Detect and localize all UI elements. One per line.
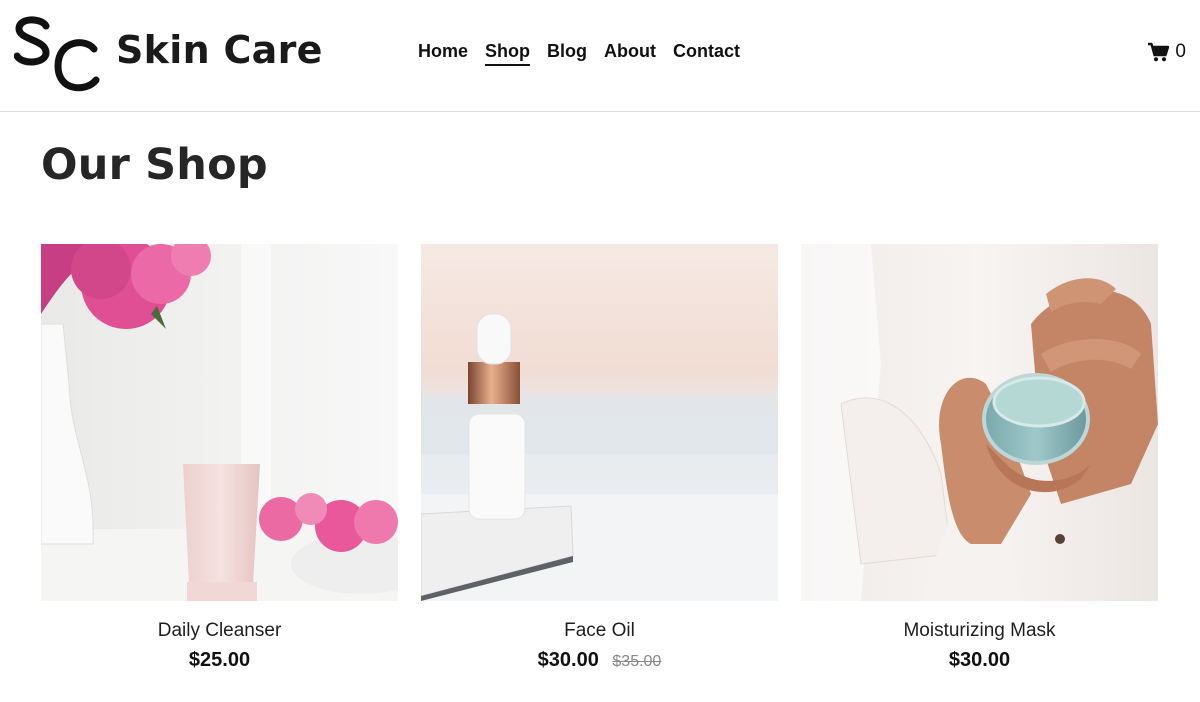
- monogram-logo: [14, 16, 100, 92]
- page-title: Our Shop: [41, 140, 268, 190]
- brand-name: Skin Care: [116, 28, 323, 72]
- product-grid: Daily Cleanser $25.00 Face Oil $30.00 $3…: [41, 244, 1158, 672]
- nav-blog[interactable]: Blog: [547, 40, 587, 66]
- cart-button[interactable]: 0: [1147, 41, 1186, 63]
- cart-icon: [1148, 42, 1170, 62]
- product-price: $30.00: [537, 649, 599, 671]
- product-name[interactable]: Face Oil: [421, 620, 778, 642]
- cart-count: 0: [1175, 41, 1186, 62]
- site-header: Skin Care Home Shop Blog About Contact 0: [0, 0, 1200, 112]
- product-image-cleanser[interactable]: [41, 244, 398, 601]
- product-price: $30.00: [948, 649, 1011, 671]
- product-card[interactable]: Moisturizing Mask $30.00: [801, 244, 1158, 672]
- product-card[interactable]: Daily Cleanser $25.00: [41, 244, 398, 672]
- nav-contact[interactable]: Contact: [673, 40, 740, 66]
- product-price-row: $30.00: [801, 649, 1158, 672]
- nav-home[interactable]: Home: [418, 40, 468, 66]
- product-name[interactable]: Moisturizing Mask: [801, 620, 1158, 642]
- product-image-mask[interactable]: [801, 244, 1158, 601]
- product-price: $25.00: [188, 649, 251, 671]
- site-logo[interactable]: Skin Care: [14, 14, 322, 92]
- main-nav: Home Shop Blog About Contact: [418, 40, 740, 66]
- nav-about[interactable]: About: [604, 40, 656, 66]
- product-original-price: $35.00: [612, 653, 662, 670]
- nav-shop[interactable]: Shop: [485, 40, 531, 66]
- product-name[interactable]: Daily Cleanser: [41, 620, 398, 642]
- product-price-row: $25.00: [41, 649, 398, 672]
- product-price-row: $30.00 $35.00: [421, 649, 778, 672]
- product-card[interactable]: Face Oil $30.00 $35.00: [421, 244, 778, 672]
- product-image-face-oil[interactable]: [421, 244, 778, 601]
